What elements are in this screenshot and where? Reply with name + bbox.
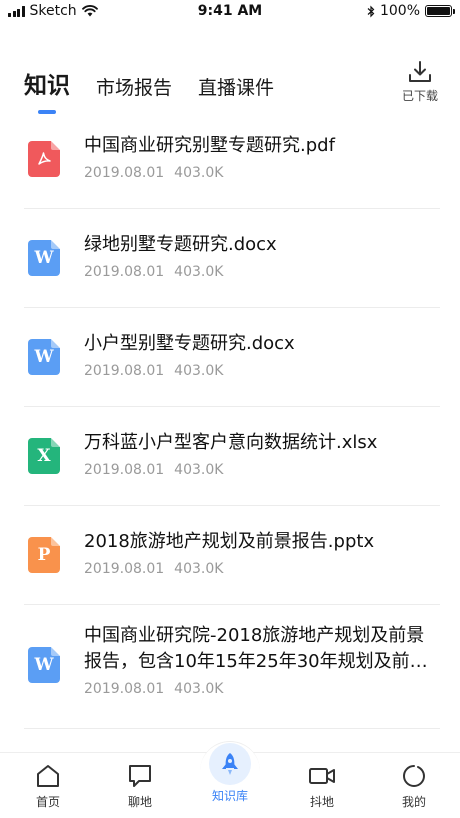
battery-icon xyxy=(425,5,455,17)
home-icon xyxy=(37,765,59,787)
word-file-icon: W xyxy=(28,339,60,375)
tabbar-chat[interactable]: 聊地 xyxy=(94,753,186,818)
file-item[interactable]: W 小户型别墅专题研究.docx 2019.08.01 403.0K xyxy=(24,308,440,407)
file-date: 2019.08.01 xyxy=(84,561,165,577)
excel-file-icon: X xyxy=(28,438,60,474)
file-meta: 2019.08.01 403.0K xyxy=(84,462,223,478)
file-meta: 2019.08.01 403.0K xyxy=(84,561,223,577)
file-item[interactable]: P 2018旅游地产规划及前景报告.pptx 2019.08.01 403.0K xyxy=(24,506,440,605)
top-tabs: 知识 市场报告 直播课件 xyxy=(24,66,274,114)
word-file-icon: W xyxy=(28,240,60,276)
file-title: 万科蓝小户型客户意向数据统计.xlsx xyxy=(84,432,378,453)
profile-icon xyxy=(403,765,426,787)
file-title: 2018旅游地产规划及前景报告.pptx xyxy=(84,531,375,552)
file-date: 2019.08.01 xyxy=(84,681,165,697)
tab-knowledge[interactable]: 知识 xyxy=(24,66,70,114)
file-date: 2019.08.01 xyxy=(84,462,165,478)
file-meta: 2019.08.01 403.0K xyxy=(84,363,223,379)
file-list: 中国商业研究别墅专题研究.pdf 2019.08.01 403.0K W 绿地别墅… xyxy=(0,110,460,729)
tabbar-video[interactable]: 抖地 xyxy=(276,753,368,818)
download-icon xyxy=(409,61,431,82)
file-meta: 2019.08.01 403.0K xyxy=(84,264,223,280)
rocket-icon-badge xyxy=(209,743,251,785)
tabbar-home[interactable]: 首页 xyxy=(2,753,94,818)
file-size: 403.0K xyxy=(174,681,224,697)
file-title: 小户型别墅专题研究.docx xyxy=(84,333,295,354)
word-file-icon: W xyxy=(28,647,60,683)
file-size: 403.0K xyxy=(174,462,224,478)
file-size: 403.0K xyxy=(174,165,224,181)
ppt-file-icon: P xyxy=(28,537,60,573)
tabbar-profile-label: 我的 xyxy=(401,795,426,809)
tab-market-report[interactable]: 市场报告 xyxy=(96,73,172,106)
battery-percent: 100% xyxy=(379,3,420,19)
tabbar-knowledge-base-label: 知识库 xyxy=(211,789,248,803)
video-icon xyxy=(309,768,335,784)
status-right: 100% xyxy=(367,3,455,19)
tabbar-knowledge-base[interactable]: 知识库 xyxy=(184,743,276,818)
tabbar-profile[interactable]: 我的 xyxy=(368,753,460,818)
status-bar: Sketch 9:41 AM 100% xyxy=(0,0,460,24)
file-size: 403.0K xyxy=(174,363,224,379)
file-title: 绿地别墅专题研究.docx xyxy=(84,234,277,255)
file-item[interactable]: W 绿地别墅专题研究.docx 2019.08.01 403.0K xyxy=(24,209,440,308)
file-date: 2019.08.01 xyxy=(84,165,165,181)
file-title: 中国商业研究院-2018旅游地产规划及前景报告，包含10年15年25年30年规划… xyxy=(84,625,428,672)
acrobat-icon xyxy=(38,152,51,165)
tabbar-chat-label: 聊地 xyxy=(127,795,152,809)
file-date: 2019.08.01 xyxy=(84,264,165,280)
chat-icon xyxy=(129,765,151,787)
rocket-icon xyxy=(222,753,238,775)
pdf-file-icon xyxy=(28,141,60,177)
file-item[interactable]: W 中国商业研究院-2018旅游地产规划及前景报告，包含10年15年25年30年… xyxy=(24,605,440,729)
bottom-tab-bar: 首页 聊地 知识库 抖地 我的 xyxy=(0,741,460,818)
file-size: 403.0K xyxy=(174,561,224,577)
file-meta: 2019.08.01 403.0K xyxy=(84,165,223,181)
bluetooth-icon xyxy=(367,5,375,17)
tab-live-courseware[interactable]: 直播课件 xyxy=(198,73,274,106)
downloaded-button[interactable]: 已下载 xyxy=(398,60,442,104)
downloaded-label: 已下载 xyxy=(401,89,438,103)
file-size: 403.0K xyxy=(174,264,224,280)
file-item[interactable]: X 万科蓝小户型客户意向数据统计.xlsx 2019.08.01 403.0K xyxy=(24,407,440,506)
file-meta: 2019.08.01 403.0K xyxy=(84,681,223,697)
file-item[interactable]: 中国商业研究别墅专题研究.pdf 2019.08.01 403.0K xyxy=(24,110,440,209)
file-date: 2019.08.01 xyxy=(84,363,165,379)
file-title: 中国商业研究别墅专题研究.pdf xyxy=(84,135,335,156)
tabbar-video-label: 抖地 xyxy=(309,795,334,809)
tabbar-home-label: 首页 xyxy=(35,795,60,809)
